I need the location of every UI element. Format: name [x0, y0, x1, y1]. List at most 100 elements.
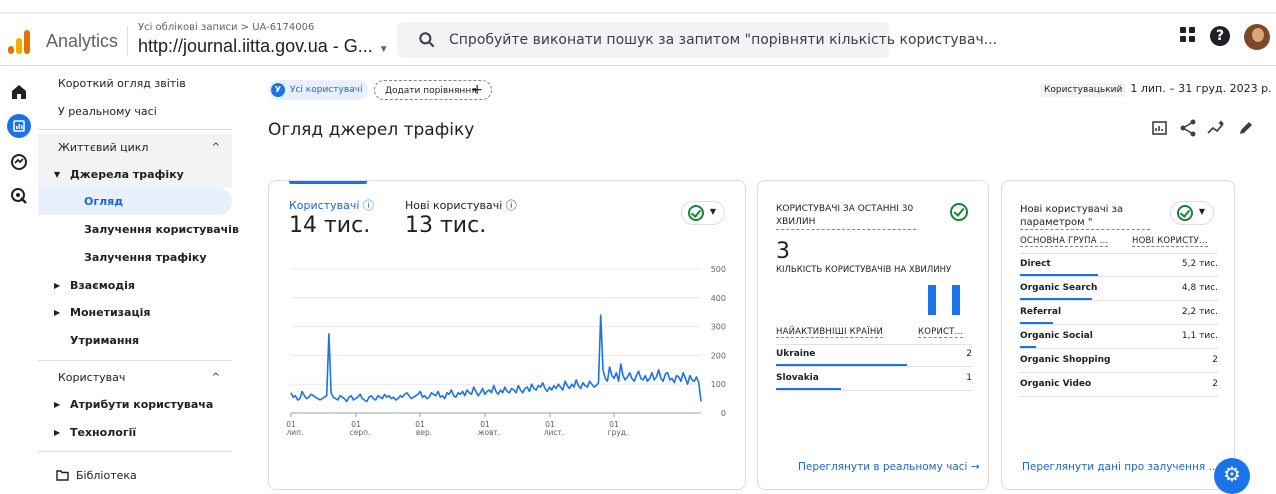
series-line[interactable] — [290, 314, 702, 403]
col-header-channel[interactable]: ОСНОВНА ГРУПА ... — [1020, 236, 1109, 247]
plus-icon: + — [471, 82, 483, 98]
nav-user-attributes[interactable]: ▶ Атрибути користувача — [38, 391, 232, 418]
card-check-button[interactable]: ▼ — [1170, 201, 1214, 225]
caret-right-icon: ▶ — [54, 308, 61, 317]
search-icon — [419, 32, 435, 48]
view-acquisition-link[interactable]: Переглянути дані про залучення ... — [1022, 461, 1219, 473]
nav-retention[interactable]: Утримання — [38, 327, 232, 354]
table-row-channel[interactable]: Organic Shopping — [1020, 355, 1110, 365]
nav-label: Бібліотека — [76, 469, 137, 482]
nav-label: Користувач — [58, 371, 126, 384]
insights-icon[interactable] — [1206, 118, 1226, 138]
search-placeholder: Спробуйте виконати пошук за запитом "пор… — [449, 32, 998, 48]
page-tools — [1150, 118, 1260, 138]
users-line-chart: 500400300200100001лип.01серп.01вер.01жов… — [286, 265, 726, 437]
property-selector[interactable]: http://journal.iitta.gov.ua - G... ▼ — [138, 36, 389, 57]
col-header-users[interactable]: КОРИСТ... — [918, 327, 964, 338]
y-tick-label: 400 — [711, 294, 726, 303]
search-bar[interactable]: Спробуйте виконати пошук за запитом "пор… — [397, 22, 997, 58]
assistant-fab-icon[interactable] — [1214, 458, 1250, 494]
nav-lifecycle[interactable]: Життєвий цикл ^ — [38, 134, 232, 161]
nav-label: Залучення користувачів — [84, 223, 239, 236]
overview-card: Користувачі ⓘ 14 тис. Нові користувачі ⓘ… — [268, 180, 746, 490]
y-tick-label: 300 — [711, 323, 726, 332]
reports-icon[interactable] — [7, 114, 31, 138]
table-cell-value: 2 — [1212, 355, 1218, 365]
check-circle-icon[interactable] — [950, 203, 968, 221]
realtime-title: КОРИСТУВАЧІ ЗА ОСТАННІ 30 ХВИЛИН — [776, 203, 916, 230]
arrow-right-icon: → — [970, 461, 980, 473]
reports-nav: Короткий огляд звітів У реальному часі Ж… — [38, 66, 239, 494]
divider — [38, 451, 232, 452]
top-strip — [0, 0, 1276, 14]
nav-label: Джерела трафіку — [70, 168, 184, 181]
chevron-up-icon: ^ — [211, 142, 220, 153]
add-comparison-button[interactable]: Додати порівняння + — [374, 80, 492, 100]
nav-overview[interactable]: Огляд — [38, 188, 232, 215]
table-cell-value: 5,2 тис. — [1181, 259, 1218, 269]
nav-user-acquisition[interactable]: Залучення користувачів — [38, 216, 239, 243]
table-row-channel[interactable]: Referral — [1020, 307, 1061, 317]
table-cell-value: 2,2 тис. — [1181, 307, 1218, 317]
account-breadcrumb[interactable]: Усі облікові записи > UA-6174006 — [138, 22, 314, 33]
minute-bar — [928, 285, 936, 315]
table-row-country[interactable]: Ukraine — [776, 349, 815, 359]
y-tick-label: 500 — [711, 265, 726, 274]
view-realtime-link[interactable]: Переглянути в реальному часі → — [798, 461, 980, 473]
customize-report-icon[interactable] — [1150, 118, 1170, 138]
table-row-country[interactable]: Slovakia — [776, 373, 819, 383]
property-name: http://journal.iitta.gov.ua - G... — [138, 36, 373, 56]
nav-tech[interactable]: ▶ Технології — [38, 419, 232, 446]
col-header-country[interactable]: НАЙАКТИВНІШІ КРАЇНИ — [776, 327, 884, 338]
table-cell-value: 2 — [1212, 379, 1218, 389]
caret-right-icon: ▶ — [54, 428, 61, 437]
table-row-channel[interactable]: Organic Search — [1020, 283, 1097, 293]
divider — [1020, 253, 1218, 254]
top-header: Analytics Усі облікові записи > UA-61740… — [0, 14, 1276, 66]
col-header-new-users[interactable]: НОВІ КОРИСТУ... — [1132, 236, 1208, 247]
nav-realtime[interactable]: У реальному часі — [38, 98, 232, 125]
minute-bar — [952, 285, 960, 315]
avatar[interactable] — [1244, 24, 1270, 50]
home-icon[interactable] — [7, 80, 31, 104]
nav-label: Життєвий цикл — [58, 141, 149, 154]
new-users-title: Нові користувачі за параметром " — [1020, 203, 1150, 230]
nav-label: Утримання — [70, 334, 140, 347]
x-tick-label: лип. — [287, 428, 304, 437]
x-tick-label: вер. — [416, 428, 432, 437]
table-cell-value: 2 — [966, 349, 972, 359]
divider — [38, 360, 232, 361]
add-comparison-label: Додати порівняння — [385, 86, 477, 96]
app-name: Analytics — [46, 31, 119, 51]
share-icon[interactable] — [1178, 118, 1198, 138]
advertising-icon[interactable] — [7, 184, 31, 208]
edit-icon[interactable] — [1236, 118, 1256, 138]
segment-letter-icon: У — [271, 83, 285, 97]
apps-grid-icon[interactable] — [1180, 27, 1196, 43]
table-row-channel[interactable]: Direct — [1020, 259, 1051, 269]
help-icon[interactable]: ? — [1210, 26, 1230, 46]
table-row-channel[interactable]: Organic Video — [1020, 379, 1091, 389]
nav-traffic-acquisition[interactable]: Залучення трафіку — [38, 244, 232, 271]
nav-engagement[interactable]: ▶ Взаємодія — [38, 272, 232, 299]
explore-icon[interactable] — [7, 150, 31, 174]
caret-right-icon: ▶ — [54, 281, 61, 290]
nav-traffic-sources[interactable]: ▼ Джерела трафіку — [38, 161, 232, 188]
y-tick-label: 100 — [711, 380, 726, 389]
nav-monetization[interactable]: ▶ Монетизація — [38, 299, 232, 326]
x-tick-label: груд. — [608, 428, 629, 437]
nav-user[interactable]: Користувач ^ — [38, 364, 232, 391]
segment-chip[interactable]: У Усі користувачі — [268, 80, 368, 100]
nav-reports-snapshot[interactable]: Короткий огляд звітів — [38, 70, 232, 97]
nav-library[interactable]: Бібліотека — [38, 462, 232, 489]
nav-label: Взаємодія — [70, 279, 135, 292]
analytics-logo-icon[interactable] — [8, 28, 32, 54]
x-tick-label: лист. — [544, 428, 565, 437]
realtime-value: 3 — [776, 239, 790, 264]
date-range-picker[interactable]: Користувацький1 лип. – 31 груд. 2023 р.▼ — [1040, 82, 1276, 97]
table-row-channel[interactable]: Organic Social — [1020, 331, 1093, 341]
nav-label: Технології — [70, 426, 137, 439]
divider — [127, 26, 128, 56]
date-range-type: Користувацький — [1040, 83, 1127, 97]
folder-icon — [56, 470, 69, 481]
